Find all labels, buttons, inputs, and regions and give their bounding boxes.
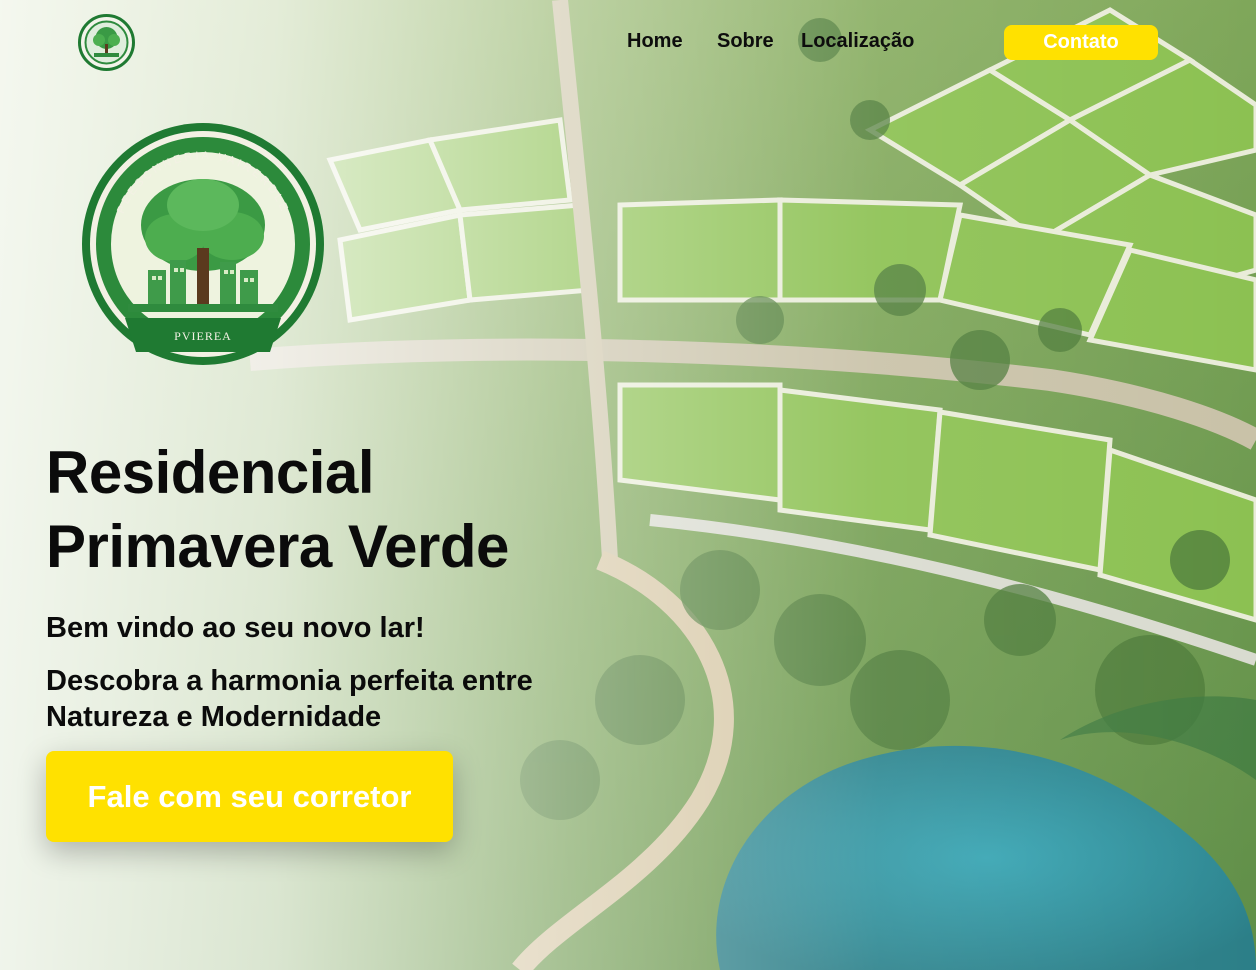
hero-title-line2: Primavera Verde (46, 513, 509, 580)
hero-welcome: Bem vindo ao seu novo lar! (46, 612, 425, 644)
emblem-bottom-text: PVIEREA (174, 329, 232, 343)
site-header: Home Sobre Localização Contato (0, 0, 1256, 90)
nav-link-sobre[interactable]: Sobre (717, 30, 774, 53)
tree-seal-logo-icon[interactable] (78, 14, 135, 71)
tree-seal-emblem-icon: PEESCNNERIA VAIRERDLE PVIEREA (80, 120, 326, 368)
contato-button[interactable]: Contato (1004, 25, 1158, 60)
hero-title: Residencial Primavera Verde (46, 436, 666, 584)
contact-broker-button[interactable]: Fale com seu corretor (46, 751, 453, 842)
nav-link-localizacao[interactable]: Localização (801, 30, 914, 53)
hero-description: Descobra a harmonia perfeita entre Natur… (46, 665, 533, 733)
nav-link-home[interactable]: Home (627, 30, 683, 53)
hero-title-line1: Residencial (46, 439, 375, 506)
hero-section: Residencial Primavera Verde Bem vindo ao… (46, 436, 666, 735)
